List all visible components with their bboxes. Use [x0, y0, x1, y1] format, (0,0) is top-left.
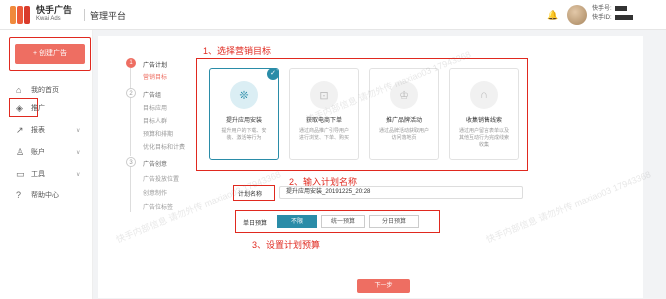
annotation-3: 3、设置计划预算 — [252, 240, 321, 250]
cart-icon: ⊡ — [310, 81, 338, 109]
goal-title: 收集销售线索 — [465, 118, 502, 124]
plan-name-input[interactable]: 提升应用安装_20191225_20:28 — [279, 186, 523, 199]
chevron-down-icon: ∨ — [76, 127, 81, 134]
goal-card-brand[interactable]: ♔ 推广品牌活动 通过品牌活动获取用户访问落地页 — [369, 68, 439, 160]
step-sub-target-audience[interactable]: 目标人群 — [143, 116, 167, 125]
kwai-ads-logo[interactable]: 快手广告 Kwai Ads — [10, 6, 72, 24]
create-ad-button[interactable]: + 创建广告 — [15, 44, 85, 64]
platform-title: 管理平台 — [90, 11, 127, 21]
chevron-down-icon: ∨ — [76, 171, 81, 178]
step-sub-placement[interactable]: 广告投放位置 — [143, 174, 179, 183]
account-kuaishou-no: 快手号: — [592, 6, 614, 12]
goal-desc: 通过用户留言表单以及其他互动行为完成线索收集 — [458, 128, 509, 148]
sidebar-item-reports[interactable]: ↗ 报表 ∨ — [0, 122, 93, 138]
chart-icon: ↗ — [16, 124, 24, 135]
app-grid-icon: ❊ — [230, 81, 258, 109]
account-kuaishou-id: 快手ID: — [592, 15, 614, 21]
goal-desc: 提升用户的下载、安装、激活等行为 — [221, 128, 267, 141]
step-sub-creative-make[interactable]: 创意制作 — [143, 188, 167, 197]
step-number-2: 2 — [126, 88, 136, 98]
sidebar-item-label: 推广 — [31, 105, 45, 112]
step-sub-optimize-billing[interactable]: 优化目标和计费 — [143, 142, 185, 151]
help-icon: ? — [16, 190, 22, 200]
budget-label: 单日预算 — [243, 221, 268, 227]
budget-option-uniform[interactable]: 统一预算 — [321, 215, 365, 228]
sidebar-item-label: 工具 — [31, 171, 45, 178]
toolbox-icon: ▭ — [16, 168, 25, 179]
sidebar-item-help[interactable]: ? 帮助中心 — [0, 187, 93, 203]
goal-desc: 通过商品推广引导用户进行浏览、下单、购买 — [298, 128, 349, 141]
step-number-3: 3 — [126, 157, 136, 167]
logo-mark-icon — [10, 6, 32, 24]
sidebar-item-label: 账户 — [31, 149, 45, 156]
steps-line — [130, 68, 131, 156]
goal-title: 推广品牌活动 — [385, 118, 422, 124]
brand-name: 快手广告 — [36, 5, 73, 15]
sidebar-item-promotion[interactable]: ◈ 推广 — [0, 100, 93, 116]
goal-title: 获取电商下单 — [305, 118, 342, 124]
step-title-creative[interactable]: 广告创意 — [143, 159, 167, 168]
user-icon: ♙ — [16, 146, 25, 157]
plan-name-label: 计划名称 — [238, 192, 263, 198]
sidebar-item-account[interactable]: ♙ 账户 ∨ — [0, 144, 93, 160]
layers-icon: ◈ — [16, 102, 23, 113]
bell-icon[interactable]: 🔔 — [547, 10, 558, 21]
top-header: 快手广告 Kwai Ads 管理平台 🔔 快手号: 快手ID: — [0, 0, 666, 30]
goal-card-ecommerce[interactable]: ⊡ 获取电商下单 通过商品推广引导用户进行浏览、下单、购买 — [289, 68, 359, 160]
sidebar-item-label: 我的首页 — [31, 87, 59, 94]
sidebar-item-label: 帮助中心 — [31, 192, 59, 199]
step-sub-ad-tags[interactable]: 广告位标签 — [143, 202, 173, 211]
step-title-plan[interactable]: 广告计划 — [143, 60, 167, 69]
chevron-down-icon: ∨ — [76, 149, 81, 156]
goal-desc: 通过品牌活动获取用户访问落地页 — [378, 128, 429, 141]
goal-card-leads[interactable]: ∩ 收集销售线索 通过用户留言表单以及其他互动行为完成线索收集 — [449, 68, 519, 160]
check-icon: ✓ — [267, 68, 279, 80]
goal-card-app-install[interactable]: ✓ ❊ 提升应用安装 提升用户的下载、安装、激活等行为 — [209, 68, 279, 160]
step-sub-marketing-goal[interactable]: 营销目标 — [143, 72, 167, 81]
sidebar-item-tools[interactable]: ▭ 工具 ∨ — [0, 166, 93, 182]
home-icon: ⌂ — [16, 85, 22, 95]
step-title-adgroup[interactable]: 广告组 — [143, 90, 161, 99]
sidebar-item-label: 报表 — [31, 127, 45, 134]
budget-option-unlimited[interactable]: 不限 — [277, 215, 317, 228]
budget-option-daily[interactable]: 分日预算 — [369, 215, 419, 228]
annotation-1: 1、选择营销目标 — [203, 46, 272, 56]
goal-title: 提升应用安装 — [225, 118, 262, 124]
avatar[interactable] — [567, 5, 587, 25]
step-number-1: 1 — [126, 58, 136, 68]
next-button[interactable]: 下一步 — [357, 279, 410, 293]
steps-line — [130, 166, 131, 212]
header-divider — [84, 9, 85, 21]
magnet-icon: ∩ — [470, 81, 498, 109]
step-sub-budget-schedule[interactable]: 预算和排期 — [143, 129, 173, 138]
account-info[interactable]: 快手号: 快手ID: — [592, 5, 634, 23]
brand-sub: Kwai Ads — [36, 16, 61, 22]
sidebar-item-home[interactable]: ⌂ 我的首页 — [0, 82, 93, 98]
crown-icon: ♔ — [390, 81, 418, 109]
step-sub-target-app[interactable]: 目标应用 — [143, 103, 167, 112]
